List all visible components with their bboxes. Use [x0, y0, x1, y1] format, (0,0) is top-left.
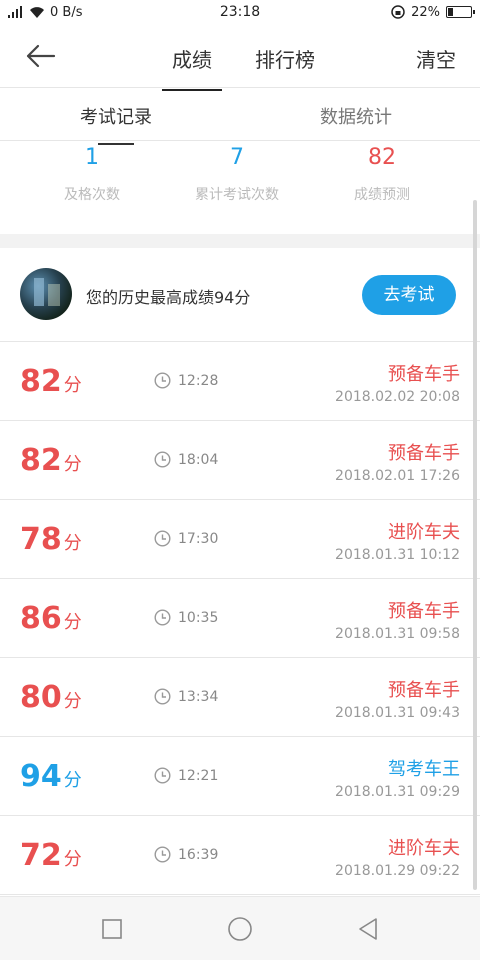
record-rank: 预备车手 [388, 601, 460, 622]
battery-percent: 22% [411, 4, 440, 20]
record-row[interactable]: 72 分 16:39 进阶车夫 2018.01.29 09:22 [0, 816, 480, 895]
rotation-lock-icon [391, 5, 405, 19]
stat-value: 7 [230, 145, 244, 170]
record-time: 17:30 [178, 531, 219, 547]
best-score-text: 您的历史最高成绩94分 [86, 288, 251, 307]
record-time: 16:39 [178, 847, 219, 863]
record-score: 82 分 [20, 443, 82, 478]
record-time: 10:35 [178, 610, 219, 626]
record-row[interactable]: 82 分 12:28 预备车手 2018.02.02 20:08 [0, 342, 480, 421]
clock-icon [154, 372, 171, 389]
signal-icon [8, 6, 22, 18]
record-score: 86 分 [20, 601, 82, 636]
section-divider [0, 234, 480, 248]
avatar [20, 268, 72, 320]
stat-pass-count: 1 及格次数 [12, 145, 172, 204]
record-rank: 预备车手 [388, 364, 460, 385]
status-time: 23:18 [219, 4, 261, 20]
app-header: 成绩 排行榜 清空 [0, 24, 480, 91]
record-time: 13:34 [178, 689, 219, 705]
arrow-left-icon[interactable] [22, 38, 58, 74]
status-bar: 0 B/s 23:18 22% [0, 0, 480, 24]
clear-button[interactable]: 清空 [416, 44, 456, 73]
recent-apps-icon[interactable] [96, 913, 128, 945]
system-nav-bar [0, 896, 480, 960]
tab-data-stats[interactable]: 数据统计 [320, 103, 392, 129]
clock-icon [154, 688, 171, 705]
record-rank: 进阶车夫 [388, 522, 460, 543]
clock-icon [154, 530, 171, 547]
record-rank: 进阶车夫 [388, 838, 460, 859]
stat-label: 及格次数 [64, 187, 120, 203]
record-row[interactable]: 86 分 10:35 预备车手 2018.01.31 09:58 [0, 579, 480, 658]
stat-label: 成绩预测 [354, 187, 410, 203]
clock-icon [154, 767, 171, 784]
stats-summary: 1 及格次数 7 累计考试次数 82 成绩预测 [0, 141, 480, 233]
best-score-row: 您的历史最高成绩94分 去考试 [0, 248, 480, 342]
sub-tabs: 考试记录 数据统计 [0, 89, 480, 145]
clock-icon [154, 451, 171, 468]
tab-exam-records-label: 考试记录 [80, 107, 152, 128]
record-date: 2018.02.01 17:26 [335, 468, 460, 484]
record-row[interactable]: 94 分 12:21 驾考车王 2018.01.31 09:29 [0, 737, 480, 816]
record-date: 2018.01.29 09:22 [335, 863, 460, 879]
record-date: 2018.01.31 09:29 [335, 784, 460, 800]
record-date: 2018.01.31 10:12 [335, 547, 460, 563]
tab-ranking[interactable]: 排行榜 [255, 44, 315, 73]
record-score: 80 分 [20, 680, 82, 715]
back-triangle-icon[interactable] [352, 913, 384, 945]
battery-icon [446, 6, 475, 18]
home-icon[interactable] [224, 913, 256, 945]
stat-value: 82 [368, 145, 396, 170]
record-rank: 预备车手 [388, 680, 460, 701]
stat-score-prediction: 82 成绩预测 [302, 145, 462, 204]
record-rank: 预备车手 [388, 443, 460, 464]
stat-value: 1 [85, 145, 99, 170]
record-score: 72 分 [20, 838, 82, 873]
record-row[interactable]: 82 分 18:04 预备车手 2018.02.01 17:26 [0, 421, 480, 500]
record-rank: 驾考车王 [388, 759, 460, 780]
scrollbar[interactable] [473, 200, 477, 890]
record-date: 2018.01.31 09:43 [335, 705, 460, 721]
record-time: 12:28 [178, 373, 219, 389]
tab-scores[interactable]: 成绩 [162, 44, 222, 91]
status-left: 0 B/s [8, 5, 168, 20]
record-score: 78 分 [20, 522, 82, 557]
record-row[interactable]: 78 分 17:30 进阶车夫 2018.01.31 10:12 [0, 500, 480, 579]
status-right: 22% [312, 4, 475, 20]
stat-total-exams: 7 累计考试次数 [157, 145, 317, 204]
record-row[interactable]: 80 分 13:34 预备车手 2018.01.31 09:43 [0, 658, 480, 737]
network-speed: 0 B/s [50, 4, 83, 20]
exam-record-list: 82 分 12:28 预备车手 2018.02.02 20:08 82 分 18:0… [0, 342, 480, 895]
clock-icon [154, 846, 171, 863]
record-time: 12:21 [178, 768, 219, 784]
record-score: 94 分 [20, 759, 82, 794]
wifi-icon [30, 7, 44, 18]
record-date: 2018.01.31 09:58 [335, 626, 460, 642]
tab-exam-records[interactable]: 考试记录 [80, 103, 152, 145]
go-exam-button[interactable]: 去考试 [362, 275, 456, 315]
record-date: 2018.02.02 20:08 [335, 389, 460, 405]
clock-icon [154, 609, 171, 626]
stat-label: 累计考试次数 [195, 187, 279, 203]
record-score: 82 分 [20, 364, 82, 399]
record-time: 18:04 [178, 452, 219, 468]
